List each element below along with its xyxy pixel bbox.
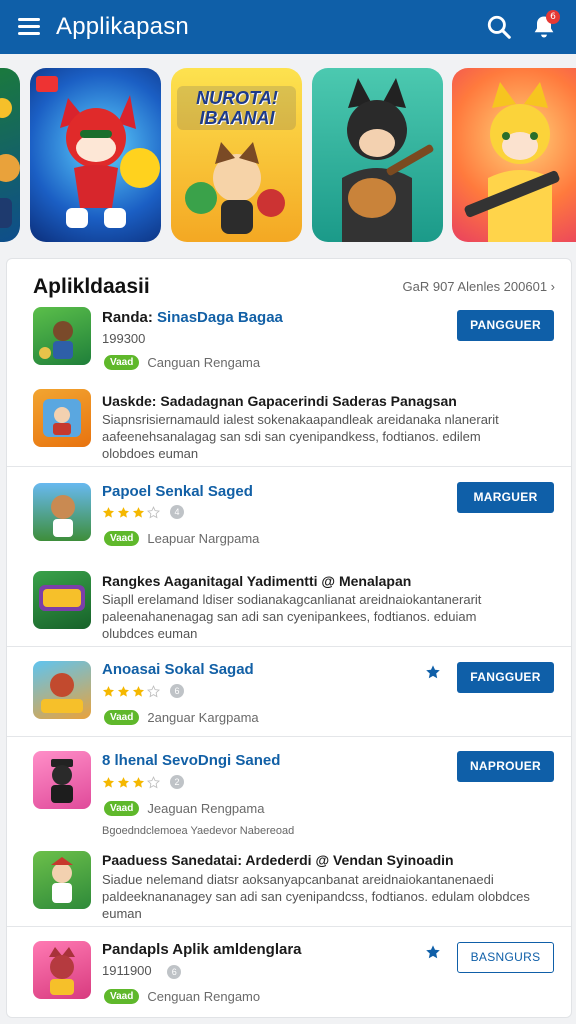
row-divider (7, 736, 571, 737)
app-tag-text: 2anguar Kargpama (147, 710, 259, 725)
app-title-highlight: SinasDaga Bagaa (157, 309, 283, 326)
app-download-count-value: 1911900 (102, 963, 152, 978)
favorite-star-icon[interactable] (425, 664, 441, 680)
app-tag-text: Leapuar Nargpama (147, 531, 260, 546)
app-description: Siapll erelamand ldiser sodianakagcanlia… (102, 592, 482, 641)
section-title: Aplikldaasii (33, 275, 150, 298)
app-title[interactable]: Pandapls Aplik amldenglara (102, 941, 302, 958)
app-thumbnail[interactable] (33, 941, 91, 999)
app-tag-pill: Vaad (104, 355, 140, 370)
app-thumbnail[interactable] (33, 307, 91, 365)
row-divider (7, 926, 571, 927)
app-tag-text: Jeaguan Rengpama (147, 801, 265, 816)
featured-banner-4[interactable] (312, 68, 443, 242)
app-title-prefix: Randa: (102, 309, 153, 326)
app-icon-art (49, 947, 75, 995)
install-button[interactable]: PANGGUER (457, 310, 554, 341)
star-filled-icon (132, 776, 145, 788)
app-tag-line: Vaad Cenguan Rengamo (104, 989, 260, 1004)
app-tag-text: Cenguan Rengamo (147, 989, 261, 1004)
star-filled-icon (132, 685, 145, 697)
rating-count-badge: 2 (170, 775, 184, 789)
app-thumbnail[interactable] (33, 571, 91, 629)
app-thumbnail[interactable] (33, 483, 91, 541)
app-tag-text: Canguan Rengama (147, 355, 261, 370)
app-tag-line: Vaad Leapuar Nargpama (104, 531, 259, 546)
see-all-link[interactable]: GaR 907 Alenles 200601 › (403, 279, 556, 294)
rating-count-badge: 6 (167, 965, 182, 979)
hamburger-menu-icon[interactable] (18, 18, 42, 36)
app-icon-art (51, 495, 75, 537)
banner-2-art (36, 76, 160, 228)
star-filled-icon (132, 506, 145, 518)
app-title[interactable]: 8 lhenal SevoDngi Saned (102, 752, 280, 769)
app-icon-art (39, 321, 73, 359)
star-empty-icon (147, 775, 160, 788)
featured-banner-1[interactable] (0, 68, 20, 242)
app-description: Siapnsrisiernamauld ialest sokenakaapand… (102, 412, 499, 461)
app-tag-pill: Vaad (104, 989, 140, 1004)
star-filled-icon (117, 685, 130, 697)
banner-1-art (0, 98, 20, 228)
app-download-count: 199300 (102, 331, 146, 346)
star-empty-icon (147, 505, 160, 518)
app-tag-pill: Vaad (104, 710, 140, 725)
favorite-star-icon[interactable] (425, 944, 441, 960)
section-header: Aplikldaasii GaR 907 Alenles 200601 › (7, 267, 571, 307)
app-icon-art (43, 399, 81, 437)
install-button[interactable]: NAPROUER (457, 751, 554, 782)
app-thumbnail[interactable] (33, 389, 91, 447)
app-thumbnail[interactable] (33, 661, 91, 719)
row-divider (7, 466, 571, 467)
app-download-count: 1911900 6 (102, 963, 182, 979)
app-rating: 6 (102, 684, 184, 698)
app-icon-art (51, 857, 73, 903)
star-empty-icon (147, 684, 160, 697)
app-title: Applikapasn (56, 13, 189, 40)
app-title[interactable]: Uaskde: Sadadagnan Gapacerindi Saderas P… (102, 393, 457, 409)
app-tag-pill: Vaad (104, 531, 140, 546)
apps-panel: Aplikldaasii GaR 907 Alenles 200601 › Ra… (6, 258, 572, 1018)
notifications-button[interactable]: 6 (530, 10, 560, 41)
app-tag-line: Vaad Jeaguan Rengpama (104, 801, 264, 816)
app-title[interactable]: Paaduess Sanedatai: Ardederdi @ Vendan S… (102, 852, 454, 868)
install-button[interactable]: MARGUER (457, 482, 554, 513)
banner-4-art (342, 78, 434, 242)
app-thumbnail[interactable] (33, 751, 91, 809)
featured-banner-3[interactable]: NUROTA! IBAANAI (171, 68, 302, 242)
app-icon-art (39, 585, 85, 611)
notification-badge: 6 (546, 10, 560, 24)
app-title[interactable]: Papoel Senkal Saged (102, 483, 253, 500)
app-thumbnail[interactable] (33, 851, 91, 909)
row-divider (7, 646, 571, 647)
app-rating: 4 (102, 505, 184, 519)
app-icon-art (51, 759, 73, 803)
banner-5-art (464, 82, 560, 242)
app-tag-pill: Vaad (104, 801, 140, 816)
app-tag-line: Vaad 2anguar Kargpama (104, 710, 259, 725)
rating-count-badge: 6 (170, 684, 184, 698)
app-title[interactable]: Randa: SinasDaga Bagaa (102, 309, 283, 326)
app-note: Bgoedndclemoea Yaedevor Nabereoad (102, 825, 295, 837)
app-tag-line: Vaad Canguan Rengama (104, 355, 260, 370)
app-title[interactable]: Anoasai Sokal Sagad (102, 661, 254, 678)
star-filled-icon (102, 506, 115, 518)
star-filled-icon (117, 776, 130, 788)
top-app-bar: Applikapasn 6 (0, 0, 576, 54)
install-button[interactable]: FANGGUER (457, 662, 554, 693)
search-icon[interactable] (486, 14, 512, 40)
featured-carousel[interactable]: NUROTA! IBAANAI (0, 66, 576, 246)
rating-count-badge: 4 (170, 505, 184, 519)
featured-banner-2[interactable] (30, 68, 161, 242)
install-button[interactable]: BASNGURS (457, 942, 554, 973)
star-filled-icon (117, 506, 130, 518)
featured-banner-5[interactable] (452, 68, 576, 242)
star-filled-icon (102, 685, 115, 697)
app-rating: 2 (102, 775, 184, 789)
app-title[interactable]: Rangkes Aaganitagal Yadimentti @ Menalap… (102, 573, 411, 589)
star-filled-icon (102, 776, 115, 788)
app-description: Siadue nelemand diatsr aoksanyapcanbanat… (102, 872, 530, 921)
banner-3-text: NUROTA! IBAANAI (196, 88, 278, 128)
app-icon-art (41, 673, 83, 713)
